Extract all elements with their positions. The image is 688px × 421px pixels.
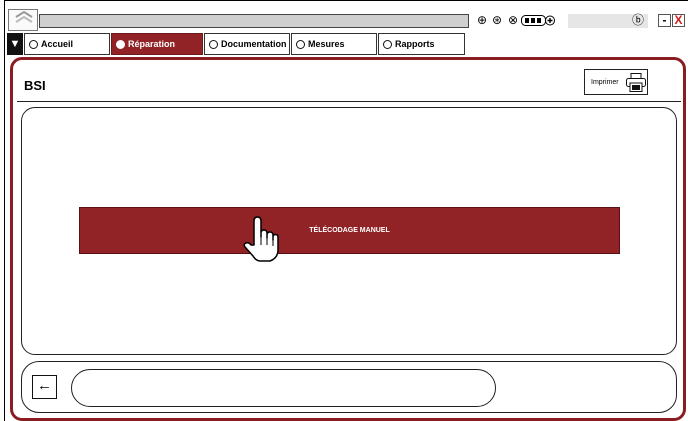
tab-accueil[interactable]: Accueil	[24, 33, 110, 55]
minimize-button[interactable]: -	[658, 14, 671, 27]
radio-icon	[296, 39, 305, 49]
bottom-bar: ←	[21, 361, 677, 413]
window-left-border	[0, 0, 5, 421]
print-button[interactable]: Imprimer	[584, 69, 648, 95]
brand-logo	[8, 9, 38, 31]
back-button[interactable]: ←	[32, 375, 57, 399]
page-title: BSI	[24, 78, 46, 93]
close-button[interactable]: X	[672, 14, 685, 27]
main-panel: BSI Imprimer TÉLÉCODAGE MANUEL ←	[10, 57, 686, 421]
download-icon[interactable]: ⊕	[476, 14, 488, 26]
tab-mesures[interactable]: Mesures	[291, 33, 377, 55]
chevron-down-icon[interactable]: ▼	[7, 33, 23, 55]
panel-header: BSI Imprimer	[17, 66, 681, 102]
tab-documentation[interactable]: Documentation	[204, 33, 290, 55]
radio-icon	[209, 39, 218, 49]
user-icon[interactable]: ⊛	[491, 14, 503, 26]
tab-rapports[interactable]: Rapports	[378, 33, 465, 55]
battery-icon	[521, 15, 555, 26]
tab-label: Documentation	[221, 39, 287, 49]
main-tab-bar: ▼ Accueil Réparation Documentation Mesur…	[5, 31, 688, 55]
tab-reparation[interactable]: Réparation	[111, 33, 203, 55]
message-field	[71, 369, 496, 407]
hand-pointer-icon	[243, 216, 279, 262]
radio-icon	[383, 39, 392, 49]
printer-icon	[626, 73, 646, 92]
print-label: Imprimer	[591, 79, 619, 86]
tab-label: Accueil	[41, 39, 74, 49]
tab-label: Mesures	[308, 39, 345, 49]
radio-icon	[116, 39, 125, 49]
settings-icon[interactable]: ⊗	[507, 14, 519, 26]
manual-telecoding-button[interactable]: TÉLÉCODAGE MANUEL	[79, 207, 620, 254]
chevron-logo-icon	[15, 11, 33, 23]
radio-icon	[29, 39, 38, 49]
content-area: TÉLÉCODAGE MANUEL	[21, 107, 677, 355]
window-title-field	[39, 14, 469, 28]
tab-label: Réparation	[128, 39, 176, 49]
info-icon[interactable]: ⓑ	[632, 14, 644, 26]
tab-label: Rapports	[395, 39, 435, 49]
app-top-bar: ⊕ ⊛ ⊗ ⓑ - X	[5, 1, 688, 31]
